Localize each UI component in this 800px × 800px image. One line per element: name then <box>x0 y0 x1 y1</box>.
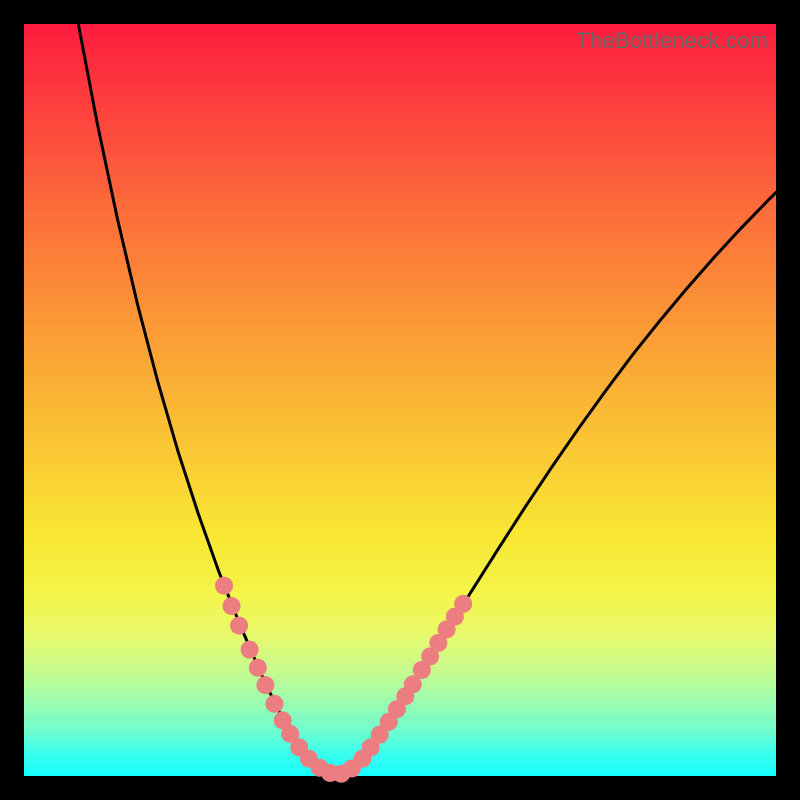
dot-left-arm-dots <box>265 695 283 713</box>
dot-right-arm-dots <box>454 595 472 613</box>
dot-left-arm-dots <box>223 597 241 615</box>
chart-frame: TheBottleneck.com <box>0 0 800 800</box>
dot-left-arm-dots <box>256 676 274 694</box>
dot-left-arm-dots <box>215 577 233 595</box>
dot-left-arm-dots <box>241 641 259 659</box>
plot-area: TheBottleneck.com <box>24 24 776 776</box>
dot-left-arm-dots <box>230 617 248 635</box>
chart-svg <box>24 24 776 776</box>
watermark-text: TheBottleneck.com <box>576 28 768 54</box>
dot-left-arm-dots <box>249 659 267 677</box>
dot-markers <box>215 577 472 783</box>
series-left-branch <box>77 15 292 735</box>
